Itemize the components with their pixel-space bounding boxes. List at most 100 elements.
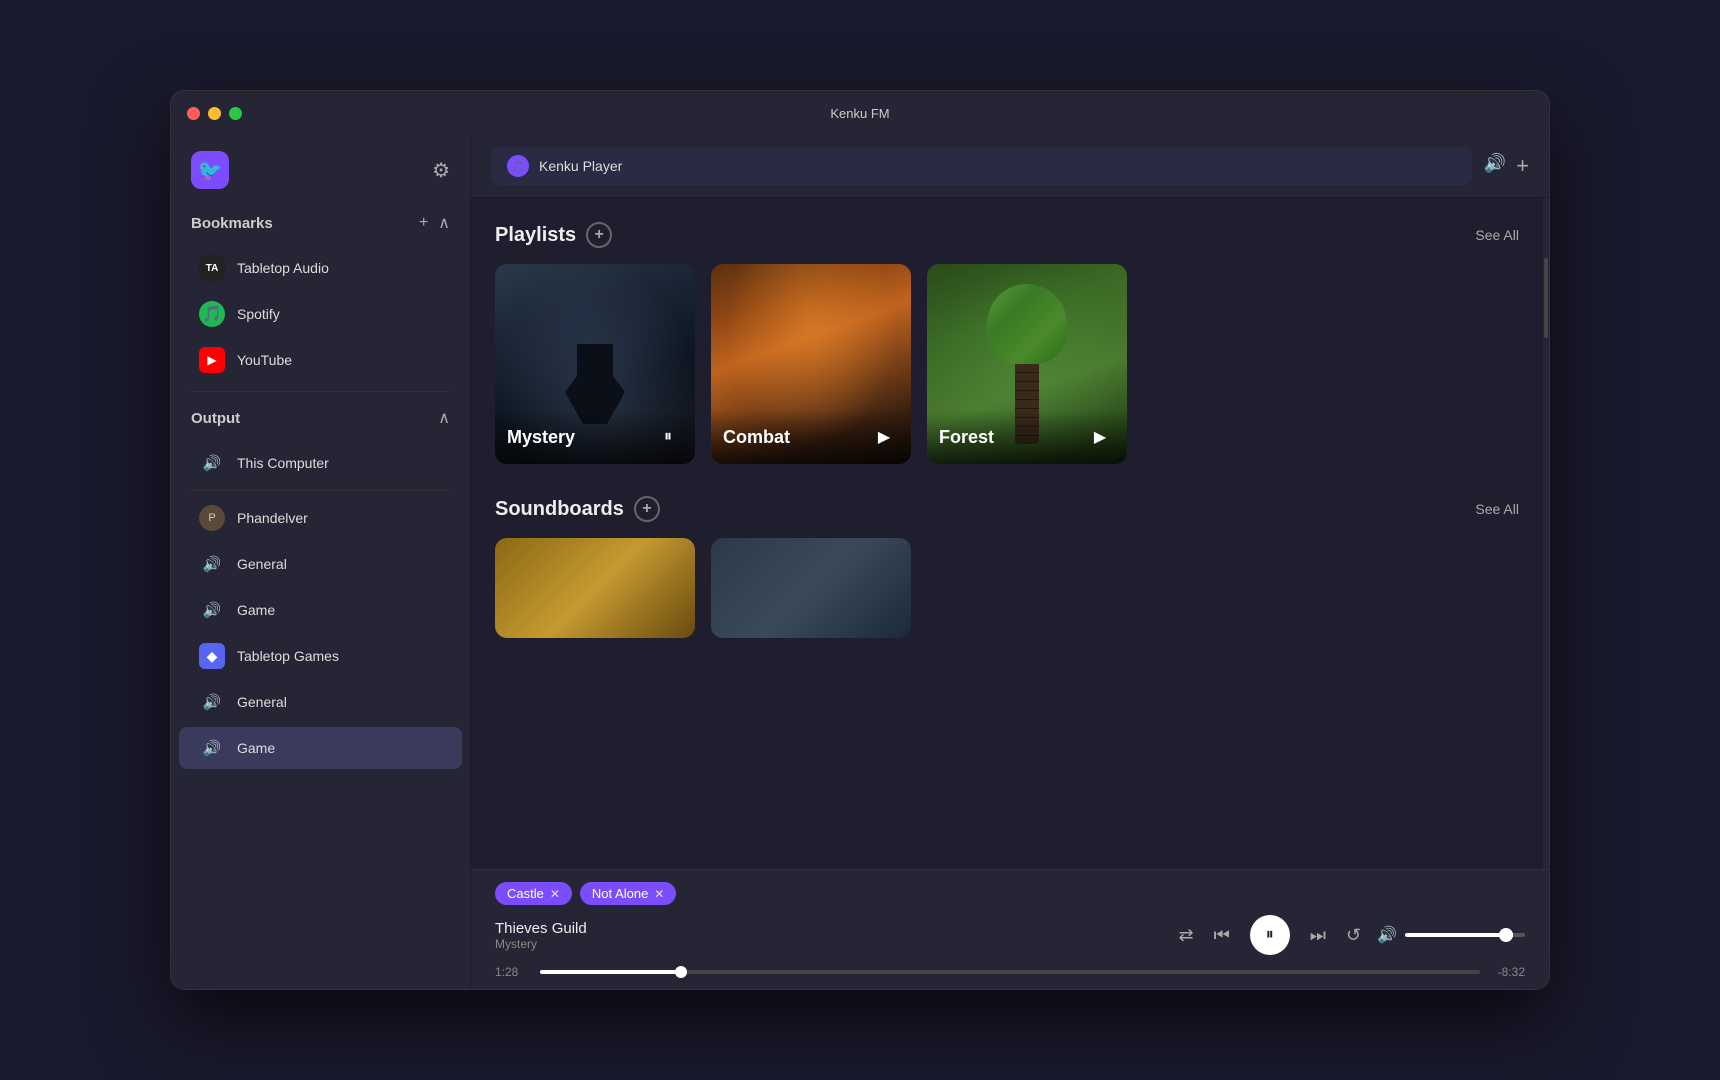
scrollbar[interactable] bbox=[1543, 198, 1549, 869]
player-tags: Castle ✕ Not Alone ✕ bbox=[495, 882, 1525, 905]
sidebar: 🐦 ⚙ Bookmarks + ∧ TA Tabletop Audio ··· … bbox=[171, 135, 471, 989]
app-window: Kenku FM 🐦 ⚙ Bookmarks + ∧ TA Tableto bbox=[170, 90, 1550, 990]
sidebar-item-game1[interactable]: 🔊 Game bbox=[179, 589, 462, 631]
sidebar-item-general2[interactable]: 🔊 General bbox=[179, 681, 462, 723]
sidebar-item-tabletop-audio[interactable]: TA Tabletop Audio ··· bbox=[179, 247, 462, 289]
time-current: 1:28 bbox=[495, 965, 530, 979]
controls-center: ⇄ ⏮ ⏸ ⏭ ↺ bbox=[1178, 915, 1361, 955]
volume-thumb bbox=[1499, 928, 1513, 942]
add-bookmark-icon[interactable]: + bbox=[419, 214, 428, 232]
progress-bar[interactable] bbox=[540, 970, 1480, 974]
playlists-grid: Mystery ⏸ bbox=[495, 264, 1519, 464]
sidebar-item-this-computer[interactable]: 🔊 This Computer bbox=[179, 442, 462, 484]
sidebar-item-tabletop-games[interactable]: ◆ Tabletop Games bbox=[179, 635, 462, 677]
sidebar-item-label: Game bbox=[237, 740, 442, 756]
progress-fill bbox=[540, 970, 681, 974]
soundboards-heading: Soundboards + bbox=[495, 496, 660, 522]
player-track-name: Thieves Guild bbox=[495, 920, 1162, 937]
speaker-icon: 🔊 bbox=[199, 689, 225, 715]
sidebar-item-label: General bbox=[237, 556, 442, 572]
player-tag-castle[interactable]: Castle ✕ bbox=[495, 882, 572, 905]
sidebar-item-game2[interactable]: 🔊 Game bbox=[179, 727, 462, 769]
output-header: Output ∧ bbox=[171, 400, 470, 436]
tag-not-alone-close[interactable]: ✕ bbox=[654, 887, 664, 901]
sidebar-item-label: Game bbox=[237, 602, 442, 618]
phandelver-avatar: P bbox=[199, 505, 225, 531]
window-title: Kenku FM bbox=[830, 106, 889, 121]
minimize-button[interactable] bbox=[208, 107, 221, 120]
add-playlist-button[interactable]: + bbox=[586, 222, 612, 248]
tabletop-audio-icon: TA bbox=[199, 255, 225, 281]
top-bar: 🎵 Kenku Player 🔊 + bbox=[471, 135, 1549, 198]
playlists-heading: Playlists + bbox=[495, 222, 612, 248]
next-button[interactable]: ⏭ bbox=[1310, 925, 1326, 946]
app-body: 🐦 ⚙ Bookmarks + ∧ TA Tabletop Audio ··· … bbox=[171, 135, 1549, 989]
card-overlay-forest: Forest ▶ bbox=[927, 410, 1127, 464]
prev-button[interactable]: ⏮ bbox=[1214, 925, 1230, 946]
settings-icon[interactable]: ⚙ bbox=[432, 158, 450, 183]
speaker-icon: 🔊 bbox=[199, 597, 225, 623]
card-overlay-combat: Combat ▶ bbox=[711, 410, 911, 464]
sidebar-item-label: This Computer bbox=[237, 455, 442, 471]
scrollbar-thumb bbox=[1544, 258, 1548, 338]
sidebar-item-phandelver[interactable]: P Phandelver bbox=[179, 497, 462, 539]
card-overlay-mystery: Mystery ⏸ bbox=[495, 410, 695, 464]
tag-castle-close[interactable]: ✕ bbox=[550, 887, 560, 901]
sidebar-item-spotify[interactable]: 🎵 Spotify ··· bbox=[179, 293, 462, 335]
sidebar-item-label: Tabletop Games bbox=[237, 648, 442, 664]
traffic-lights bbox=[187, 107, 242, 120]
player-tag-not-alone[interactable]: Not Alone ✕ bbox=[580, 882, 676, 905]
player-controls: Thieves Guild Mystery ⇄ ⏮ ⏸ ⏭ ↺ 🔊 bbox=[495, 915, 1525, 955]
app-logo: 🐦 bbox=[191, 151, 229, 189]
soundboards-section: Soundboards + See All bbox=[495, 496, 1519, 638]
card-title-mystery: Mystery bbox=[507, 427, 575, 448]
close-button[interactable] bbox=[187, 107, 200, 120]
bookmarks-label: Bookmarks bbox=[191, 215, 273, 232]
playlists-section: Playlists + See All bbox=[495, 222, 1519, 464]
add-player-icon[interactable]: + bbox=[1516, 153, 1529, 179]
sidebar-item-youtube[interactable]: ▶ YouTube ··· bbox=[179, 339, 462, 381]
playlist-card-mystery[interactable]: Mystery ⏸ bbox=[495, 264, 695, 464]
volume-control: 🔊 bbox=[1377, 925, 1525, 945]
volume-icon[interactable]: 🔊 bbox=[1484, 153, 1506, 179]
mystery-play-button[interactable]: ⏸ bbox=[653, 422, 683, 452]
repeat-button[interactable]: ↺ bbox=[1346, 925, 1361, 946]
youtube-icon: ▶ bbox=[199, 347, 225, 373]
soundboard-card-1[interactable] bbox=[495, 538, 695, 638]
top-bar-actions: 🔊 + bbox=[1484, 153, 1529, 179]
add-soundboard-button[interactable]: + bbox=[634, 496, 660, 522]
spotify-icon: 🎵 bbox=[199, 301, 225, 327]
player-selector[interactable]: 🎵 Kenku Player bbox=[491, 147, 1472, 185]
sidebar-item-general1[interactable]: 🔊 General bbox=[179, 543, 462, 585]
tag-castle-label: Castle bbox=[507, 886, 544, 901]
forest-play-button[interactable]: ▶ bbox=[1085, 422, 1115, 452]
soundboard-grid bbox=[495, 538, 1519, 638]
soundboards-header-row: Soundboards + See All bbox=[495, 496, 1519, 522]
volume-icon[interactable]: 🔊 bbox=[1377, 925, 1397, 945]
maximize-button[interactable] bbox=[229, 107, 242, 120]
main-content: 🎵 Kenku Player 🔊 + Playlists bbox=[471, 135, 1549, 989]
sidebar-item-label: YouTube bbox=[237, 352, 426, 368]
output-actions: ∧ bbox=[438, 408, 450, 428]
soundboards-see-all[interactable]: See All bbox=[1475, 501, 1519, 517]
sidebar-header: 🐦 ⚙ bbox=[171, 151, 470, 205]
playlist-card-combat[interactable]: Combat ▶ bbox=[711, 264, 911, 464]
player-info: Thieves Guild Mystery bbox=[495, 920, 1162, 951]
player-name: Kenku Player bbox=[539, 158, 622, 174]
shuffle-button[interactable]: ⇄ bbox=[1178, 925, 1193, 946]
soundboard-card-2[interactable] bbox=[711, 538, 911, 638]
playlist-card-forest[interactable]: Forest ▶ bbox=[927, 264, 1127, 464]
playlists-see-all[interactable]: See All bbox=[1475, 227, 1519, 243]
playlists-title: Playlists bbox=[495, 224, 576, 247]
player-bar: Castle ✕ Not Alone ✕ Thieves Guild Myste… bbox=[471, 869, 1549, 989]
combat-play-button[interactable]: ▶ bbox=[869, 422, 899, 452]
play-pause-button[interactable]: ⏸ bbox=[1250, 915, 1290, 955]
collapse-output-icon[interactable]: ∧ bbox=[438, 408, 450, 428]
volume-slider[interactable] bbox=[1405, 933, 1525, 937]
sidebar-divider bbox=[191, 391, 450, 392]
output-label: Output bbox=[191, 410, 240, 427]
collapse-bookmarks-icon[interactable]: ∧ bbox=[438, 213, 450, 233]
sidebar-item-label: Tabletop Audio bbox=[237, 260, 426, 276]
time-remaining: -8:32 bbox=[1490, 965, 1525, 979]
speaker-icon: 🔊 bbox=[199, 735, 225, 761]
